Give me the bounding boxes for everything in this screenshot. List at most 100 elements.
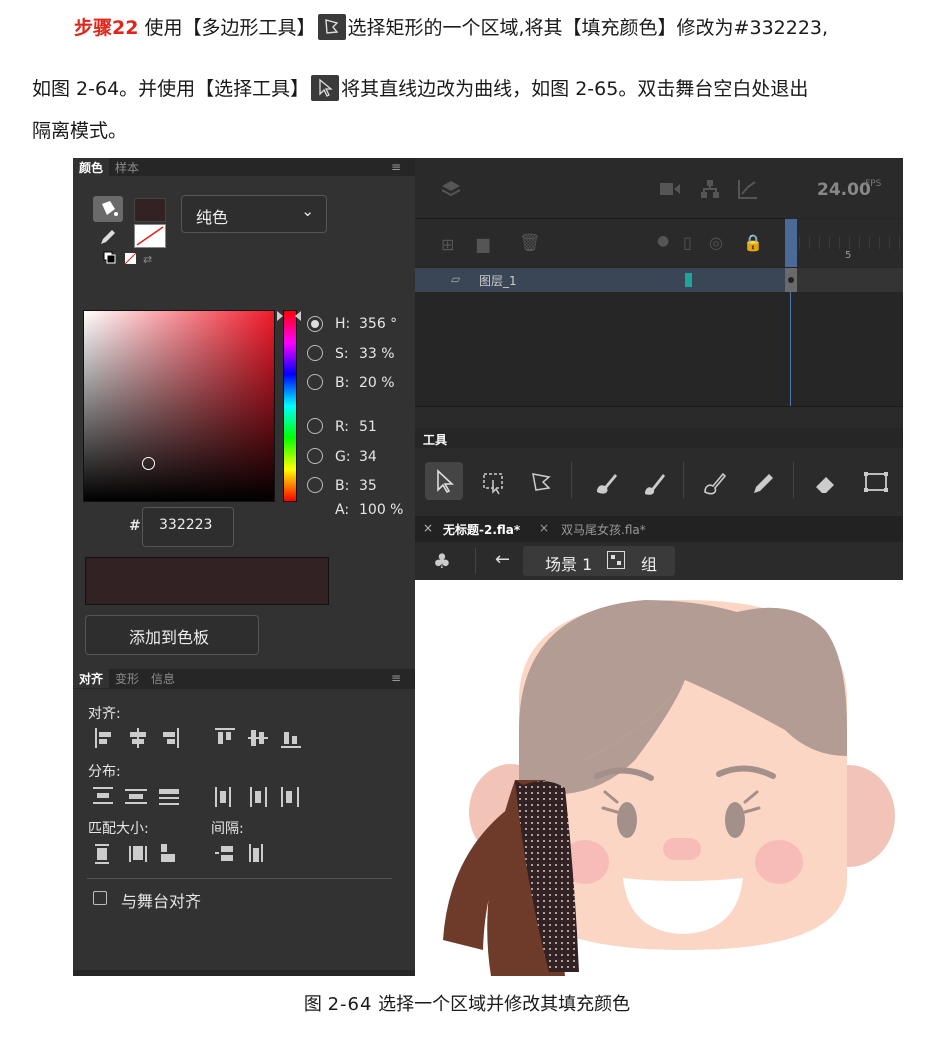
blue-radio[interactable] [307, 477, 323, 493]
lasso-tool-icon[interactable] [527, 468, 557, 498]
rectangle-tool-icon[interactable] [861, 468, 891, 498]
stage-canvas[interactable] [415, 580, 903, 976]
hue-radio[interactable] [307, 316, 323, 332]
polygon-tool-icon [317, 14, 346, 40]
stroke-none-swatch[interactable] [134, 224, 166, 248]
match-size-buttons[interactable] [93, 842, 293, 870]
bl-label: B: [335, 478, 350, 494]
back-arrow-icon[interactable]: ← [495, 549, 510, 570]
layer-frames[interactable] [785, 268, 903, 292]
green-radio[interactable] [307, 448, 323, 464]
visibility-icon[interactable]: ◎ [709, 233, 723, 252]
caption-prefix: 图 [303, 994, 322, 1015]
r-value[interactable]: 51 [359, 419, 377, 435]
fps-unit: FPS [865, 179, 882, 189]
graph-icon[interactable] [737, 178, 759, 200]
g-value[interactable]: 34 [359, 449, 377, 465]
stroke-pencil-icon[interactable] [97, 226, 119, 252]
pencil-tool-icon[interactable] [749, 468, 779, 498]
instruction-line-3: 隔离模式。 [32, 120, 128, 142]
tab-info[interactable]: 信息 [145, 669, 181, 688]
tab-document-2[interactable]: 双马尾女孩.fla* [561, 521, 646, 538]
hex-prefix: # [129, 518, 141, 534]
default-colors-icon[interactable]: ⇄ [103, 251, 163, 271]
color-picker-cursor[interactable] [142, 457, 155, 470]
group-label[interactable]: 组 [641, 551, 657, 575]
hue-slider[interactable] [283, 310, 297, 502]
a-value[interactable]: 100 % [359, 502, 403, 518]
r-label: R: [335, 419, 350, 435]
s-value[interactable]: 33 % [359, 346, 395, 362]
layers-icon[interactable] [439, 178, 463, 202]
paint-brush-icon[interactable] [699, 468, 729, 498]
right-cheek [755, 840, 803, 884]
align-to-stage-checkbox[interactable] [93, 891, 107, 905]
frame-ruler[interactable]: 5 [785, 219, 903, 267]
align-label: 对齐: [88, 706, 121, 722]
right-eye [725, 802, 745, 838]
highlight-dot-icon[interactable]: ● [657, 233, 669, 249]
symbol-club-icon[interactable]: ♣ [433, 549, 451, 573]
scene-divider [475, 548, 476, 574]
b-label: B: [335, 375, 350, 391]
lock-icon[interactable]: 🔒 [743, 233, 763, 252]
layer-controls: ⊞ ▆ 🗑 ● ▯ ◎ 🔒 [415, 219, 785, 267]
add-to-swatches-label: 添加到色板 [129, 628, 210, 647]
instruction-text-2b: 将其直线边改为曲线，如图 2-65。双击舞台空白处退出 [341, 78, 809, 100]
align-panel-menu-icon[interactable]: ≡ [385, 670, 407, 686]
tools-panel-title: 工具 [423, 433, 448, 447]
left-eye [617, 802, 637, 838]
tab-color[interactable]: 颜色 [73, 158, 110, 177]
fill-bucket-icon[interactable] [93, 196, 123, 222]
hex-input[interactable]: 332223 [142, 507, 234, 547]
free-transform-tool-icon[interactable] [479, 468, 509, 498]
eraser-tool-icon[interactable] [811, 468, 841, 498]
tab-swatches[interactable]: 样本 [109, 158, 145, 177]
add-layer-icon[interactable]: ⊞ [441, 235, 454, 254]
selection-tool-icon [311, 75, 340, 101]
fill-color-swatch[interactable] [134, 198, 166, 222]
layer-row[interactable]: ▱ 图层_1 [415, 268, 785, 292]
b-value[interactable]: 20 % [359, 375, 395, 391]
selection-tool-button[interactable] [425, 462, 463, 500]
align-panel-tabs: 对齐 变形 信息 ≡ [73, 669, 415, 689]
close-tab-icon-2[interactable]: × [539, 521, 549, 535]
brightness-radio[interactable] [307, 374, 323, 390]
distribute-buttons-row[interactable] [93, 785, 313, 813]
tab-transform[interactable]: 变形 [109, 669, 145, 688]
fill-type-dropdown[interactable]: 纯色 ⌄ [181, 195, 327, 233]
saturation-brightness-picker[interactable] [83, 310, 275, 502]
tab-align[interactable]: 对齐 [73, 669, 110, 688]
layer-parenting-icon[interactable] [699, 178, 721, 200]
playhead-line[interactable] [790, 292, 791, 406]
timeline-toolbar [415, 158, 785, 219]
color-panel-tabs: 颜色 样本 ≡ [73, 158, 415, 177]
nose [663, 838, 701, 860]
layer-color-indicator[interactable] [685, 273, 692, 287]
fps-area[interactable]: 24.00 FPS [785, 158, 903, 218]
saturation-radio[interactable] [307, 345, 323, 361]
outline-icon[interactable]: ▯ [683, 233, 692, 252]
brush-tool-icon[interactable] [639, 468, 669, 498]
figure-caption: 图 2-64 选择一个区域并修改其填充颜色 [0, 990, 934, 1016]
panel-menu-icon[interactable]: ≡ [385, 159, 407, 175]
hue-slider-handle[interactable] [277, 308, 303, 327]
fluid-brush-icon[interactable] [591, 468, 621, 498]
tab-document-1[interactable]: 无标题-2.fla* [443, 521, 520, 538]
camera-icon[interactable] [659, 180, 681, 198]
h-value[interactable]: 356 ° [359, 316, 397, 332]
left-panels: 颜色 样本 ≡ ⇄ 纯色 ⌄ H: 356 ° S: 33 % B: 20 % … [73, 158, 415, 976]
instruction-text-1b: 选择矩形的一个区域,将其【填充颜色】修改为#332223, [347, 17, 829, 39]
delete-layer-icon[interactable]: 🗑 [519, 233, 541, 253]
red-radio[interactable] [307, 418, 323, 434]
fps-value[interactable]: 24.00 [817, 180, 871, 200]
layer-name[interactable]: 图层_1 [479, 272, 517, 289]
align-buttons-row[interactable] [93, 726, 313, 754]
scene-label[interactable]: 场景 1 [545, 551, 592, 575]
frame-number: 5 [845, 250, 852, 261]
layer-type-icon: ▱ [451, 272, 461, 286]
add-to-swatches-button[interactable]: 添加到色板 [85, 615, 259, 655]
bl-value[interactable]: 35 [359, 478, 377, 494]
folder-icon[interactable]: ▆ [477, 234, 489, 253]
close-tab-icon[interactable]: × [423, 521, 433, 535]
